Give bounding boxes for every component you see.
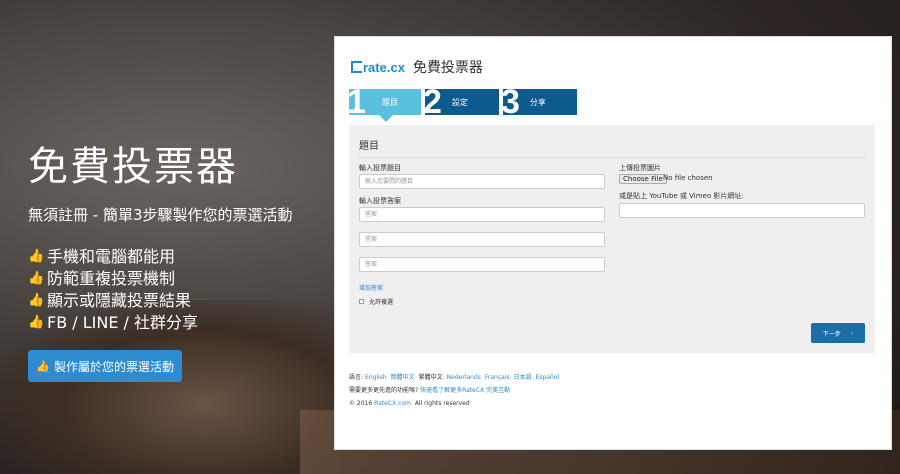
video-url-input[interactable]: [619, 203, 865, 218]
hero-title: 免費投票器: [28, 144, 238, 190]
step-2[interactable]: 2 設定: [423, 85, 499, 119]
no-file-text: No file chosen: [663, 174, 713, 182]
image-upload-label: 上傳投票圖片: [619, 164, 661, 172]
allow-multi-checkbox[interactable]: [359, 299, 364, 304]
poll-form: 題目 輸入投票題目 輸入您要問的題目 輸入投票答案 答案 答案 答案 增加答案 …: [349, 125, 875, 353]
help-row: 需要更多更先進的功能嗎? 快速看了解更多RateCX 完美互動: [349, 384, 879, 397]
create-poll-label: 製作屬於您的票選活動: [53, 359, 174, 374]
form-heading: 題目: [359, 141, 379, 152]
create-poll-button[interactable]: 👍 製作屬於您的票選活動: [28, 350, 182, 382]
thumbs-up-icon: 👍: [28, 249, 45, 264]
active-step-pointer: [379, 115, 393, 122]
copyright-row: © 2016 RateCX.com All rights reserved: [349, 397, 879, 410]
ratecx-logo-icon: [351, 61, 362, 73]
feature-item: 👍 顯示或隱藏投票結果: [28, 290, 198, 312]
form-divider: [359, 157, 865, 158]
thumbs-up-icon: 👍: [35, 359, 50, 373]
footer: 語言: English 簡體中文 繁體中文 Nederlands Français 日本語…: [349, 371, 879, 410]
choose-file-button[interactable]: Choose File: [619, 174, 667, 184]
thumbs-up-icon: 👍: [28, 271, 45, 286]
brand-logo: rate.cx: [363, 59, 405, 75]
feature-label: 顯示或隱藏投票結果: [47, 291, 192, 310]
chevron-right-icon: ›: [850, 329, 854, 337]
copyright-year: © 2016: [349, 400, 373, 407]
thumbs-up-icon: 👍: [28, 293, 45, 308]
step-3[interactable]: 3 分享: [501, 85, 577, 119]
step-number: 2: [423, 83, 442, 121]
step-1[interactable]: 1 題目: [347, 85, 421, 122]
answers-label: 輸入投票答案: [359, 197, 401, 205]
next-button[interactable]: 下一步 ›: [811, 323, 865, 343]
hero-subtitle: 無須註冊 - 簡單3步驟製作您的票選活動: [28, 206, 293, 224]
feature-list: 👍 手機和電腦都能用 👍 防範重複投票機制 👍 顯示或隱藏投票結果 👍 FB / LIN…: [28, 246, 198, 334]
video-url-label: 或是貼上 YouTube 或 Vimeo 影片網址:: [619, 192, 744, 200]
feature-label: 手機和電腦都能用: [47, 247, 176, 266]
language-link-english[interactable]: English: [365, 374, 387, 381]
app-screenshot-panel: rate.cx 免費投票器 1 題目 2 設定 3 分享 題目 輸入投票題目 輸…: [334, 36, 892, 450]
feature-item: 👍 FB / LINE / 社群分享: [28, 312, 198, 334]
language-link-spanish[interactable]: Español: [536, 374, 560, 381]
answer-input[interactable]: 答案: [359, 232, 605, 247]
question-label: 輸入投票題目: [359, 164, 401, 172]
language-link-simplified-chinese[interactable]: 簡體中文: [391, 374, 415, 381]
copyright-text: All rights reserved: [414, 400, 470, 407]
step-label: 設定: [451, 97, 468, 107]
thumbs-up-icon: 👍: [28, 315, 45, 330]
help-link[interactable]: 快速看了解更多RateCX 完美互動: [420, 387, 510, 394]
next-label: 下一步: [822, 330, 841, 338]
allow-multi-label: 允許複選: [369, 299, 394, 306]
feature-item: 👍 防範重複投票機制: [28, 268, 198, 290]
brand[interactable]: rate.cx 免費投票器: [351, 57, 483, 77]
step-number: 3: [501, 83, 520, 121]
step-label: 題目: [381, 97, 398, 107]
language-link-dutch[interactable]: Nederlands: [447, 374, 481, 381]
language-label: 語言:: [349, 374, 364, 381]
help-text: 需要更多更先進的功能嗎?: [349, 387, 419, 394]
step-label: 分享: [529, 97, 546, 107]
brand-title: 免費投票器: [412, 60, 483, 76]
language-row: 語言: English 簡體中文 繁體中文 Nederlands Français 日本語…: [349, 371, 879, 384]
language-current: 繁體中文: [418, 374, 443, 381]
answer-input[interactable]: 答案: [359, 257, 605, 272]
add-answer-link[interactable]: 增加答案: [359, 283, 383, 292]
language-link-french[interactable]: Français: [485, 374, 510, 381]
question-input[interactable]: 輸入您要問的題目: [359, 174, 605, 189]
answer-input[interactable]: 答案: [359, 207, 605, 222]
feature-label: FB / LINE / 社群分享: [47, 313, 199, 332]
step-number: 1: [347, 83, 366, 121]
language-link-japanese[interactable]: 日本語: [514, 374, 532, 381]
feature-item: 👍 手機和電腦都能用: [28, 246, 198, 268]
feature-label: 防範重複投票機制: [47, 269, 176, 288]
copyright-site-link[interactable]: RateCX.com: [374, 400, 411, 407]
